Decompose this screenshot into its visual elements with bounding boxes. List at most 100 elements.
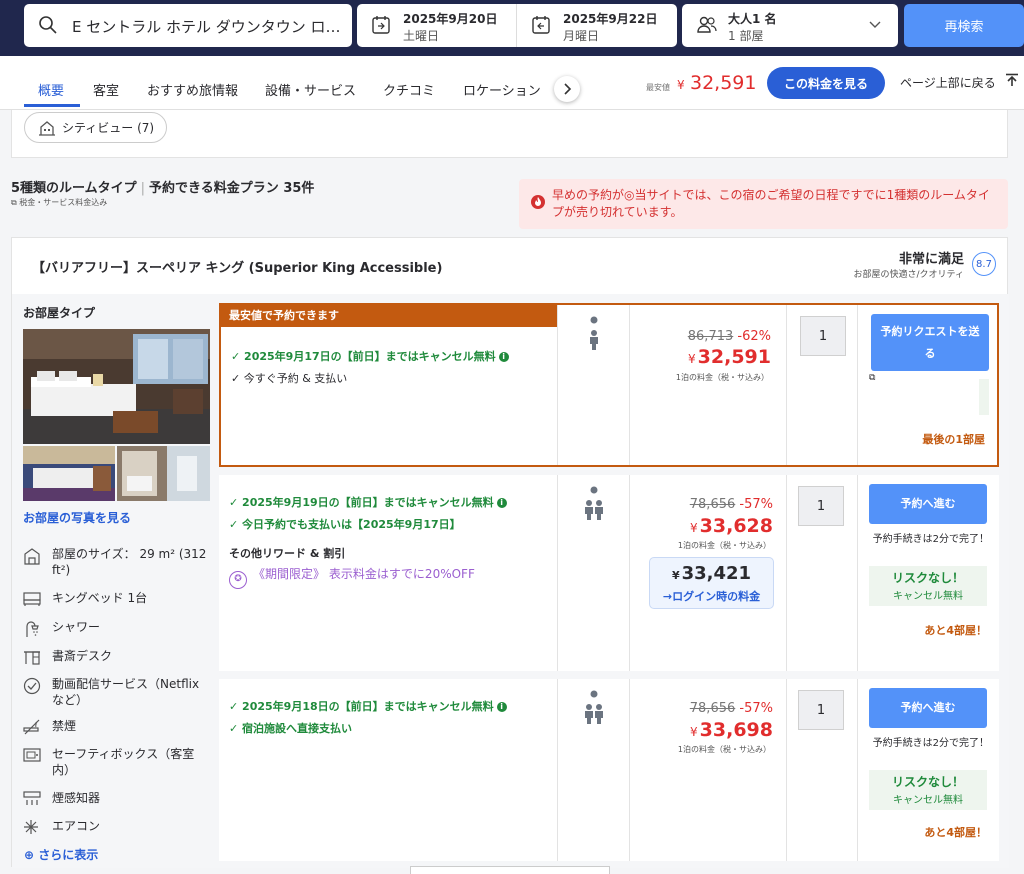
room-title: 【バリアフリー】スーペリア キング (Superior King Accessi…	[32, 261, 443, 276]
column-divider	[786, 679, 787, 861]
room-photo-thumb-2[interactable]	[117, 446, 210, 501]
cancellation-text: 2025年9月17日の【前日】まではキャンセル無料	[244, 350, 496, 363]
free-cancel-text: キャンセル無料	[893, 591, 963, 602]
rooms-text: 1 部屋	[728, 29, 764, 43]
guests-selector[interactable]: 大人1 名 1 部屋	[682, 4, 898, 47]
room-quantity-select[interactable]: 1	[798, 486, 844, 526]
arrow-up-icon[interactable]	[1005, 73, 1019, 87]
payment-condition: ✓ 宿泊施設へ直接支払い	[229, 720, 352, 736]
destination-search[interactable]: E セントラル ホテル ダウンタウン ロ…	[24, 4, 352, 47]
currency-symbol: ¥	[688, 352, 696, 366]
info-icon[interactable]: i	[496, 498, 507, 508]
check-icon: ✓	[229, 518, 243, 531]
checkin-day-text: 土曜日	[403, 29, 440, 43]
no-risk-badge: リスクなし！ キャンセル無料	[869, 566, 987, 606]
soldout-alert: 早めの予約が◎当サイトでは、この宿のご希望の日程ですでに1種類のルームタイプが売…	[519, 179, 1008, 229]
room-quantity-select[interactable]: 1	[800, 316, 846, 356]
plans-count: 予約できる料金プラン 35件	[149, 181, 315, 196]
truncated-badge	[979, 379, 989, 415]
check-icon: ✓	[231, 372, 244, 385]
room-quantity-select[interactable]: 1	[798, 690, 844, 730]
column-divider	[629, 679, 630, 861]
tab-facilities[interactable]: 設備・サービス	[265, 80, 356, 99]
no-risk-title: リスクなし！	[891, 775, 964, 789]
more-plans-button[interactable]	[410, 866, 610, 874]
amenity-text: シャワー	[52, 620, 101, 634]
cityview-chip[interactable]: シティビュー (7)	[24, 112, 167, 143]
room-photo-thumb-1[interactable]	[23, 446, 115, 501]
checkout-date-text: 2025年9月22日	[563, 12, 658, 26]
info-icon[interactable]: i	[498, 352, 509, 362]
search-icon	[39, 16, 57, 34]
lowest-price-currency: ¥	[677, 78, 685, 92]
active-tab-indicator	[24, 104, 80, 107]
no-risk-title: リスクなし！	[891, 571, 964, 585]
amenity-text: セーフティボックス（客室内）	[52, 747, 195, 777]
offer-row-2: ✓ 2025年9月19日の【前日】まではキャンセル無料 i ✓ 今日予約でも支払い…	[219, 475, 999, 671]
free-cancel-text: キャンセル無料	[893, 795, 963, 806]
amenity-text: 煙感知器	[52, 791, 101, 805]
check-icon: ✓	[229, 496, 243, 509]
no-smoking-icon	[23, 719, 40, 735]
occupancy-2-icon	[585, 486, 603, 520]
amenity-text: 動画配信サービス（Netflix など）	[52, 677, 200, 707]
tax-note: ⧉ 税金・サービス料金込み	[11, 197, 107, 208]
tab-rooms[interactable]: 客室	[93, 80, 119, 99]
tab-location[interactable]: ロケーション	[463, 80, 541, 99]
discount-percent: -57%	[739, 497, 773, 512]
checkin-calendar-icon	[372, 16, 390, 34]
show-more-link[interactable]: ⊕ さらに表示	[24, 846, 98, 863]
column-divider	[857, 305, 858, 465]
proceed-booking-button[interactable]: 予約へ進む	[869, 484, 987, 524]
safe-box-icon	[23, 748, 41, 762]
amenity-text: エアコン	[52, 819, 101, 833]
streaming-icon	[23, 677, 41, 695]
room-photo-main[interactable]	[23, 329, 210, 444]
research-button[interactable]: 再検索	[904, 4, 1024, 47]
login-price-value: 33,421	[681, 563, 752, 584]
checkin-date[interactable]: 2025年9月20日 土曜日	[357, 4, 516, 47]
column-divider	[857, 679, 858, 861]
tab-reviews[interactable]: クチコミ	[383, 80, 435, 99]
destination-text: E セントラル ホテル ダウンタウン ロ…	[72, 18, 341, 36]
see-price-button[interactable]: この料金を見る	[767, 67, 885, 99]
column-divider	[786, 305, 787, 465]
request-booking-button[interactable]: 予約リクエストを送る	[871, 314, 989, 371]
other-rewards-label: その他リワード & 割引	[229, 547, 346, 560]
per-night-note: 1泊の料金（税・サ込み）	[677, 541, 771, 550]
info-icon[interactable]: i	[496, 702, 507, 712]
amenity-text: 部屋のサイズ： 29 m² (312 ft²)	[52, 547, 207, 577]
payment-text: 今日予約でも支払いは【2025年9月17日】	[242, 518, 461, 531]
external-link-icon[interactable]: ⧉	[869, 373, 875, 383]
cancellation-condition: ✓ 2025年9月19日の【前日】まではキャンセル無料 i	[229, 494, 507, 510]
rating-score-badge: 8.7	[972, 252, 996, 276]
amenity-text: キングベッド 1台	[52, 591, 148, 605]
date-picker[interactable]: 2025年9月20日 土曜日 2025年9月22日 月曜日	[357, 4, 677, 47]
payment-condition: ✓ 今すぐ予約 & 支払い	[231, 370, 347, 386]
see-photos-link[interactable]: お部屋の写真を見る	[23, 509, 131, 526]
per-night-note: 1泊の料金（税・サ込み）	[675, 373, 769, 382]
column-divider	[629, 305, 630, 465]
tab-overview[interactable]: 概要	[38, 80, 64, 99]
bed-icon	[23, 592, 41, 606]
current-price: ¥33,628	[690, 515, 773, 537]
process-note: 予約手続きは2分で完了！	[872, 534, 989, 545]
checkout-date[interactable]: 2025年9月22日 月曜日	[517, 4, 677, 47]
check-icon: ✓	[231, 350, 245, 363]
alert-text: 早めの予約が◎当サイトでは、この宿のご希望の日程ですでに1種類のルームタイプが売…	[552, 188, 990, 219]
rating-sub: お部屋の快適さ/クオリティ	[853, 270, 965, 280]
login-price-box[interactable]: ¥33,421 →ログイン時の料金	[649, 557, 774, 609]
tab-recommendations[interactable]: おすすめ旅情報	[147, 80, 238, 99]
plus-circle-icon: ⊕	[24, 848, 35, 862]
currency-symbol: ¥	[690, 725, 698, 739]
per-night-note: 1泊の料金（税・サ込み）	[677, 745, 771, 754]
highlights-card: シティビュー (7)	[11, 110, 1008, 158]
offer-row-3: ✓ 2025年9月18日の【前日】まではキャンセル無料 i ✓ 宿泊施設へ直接支払…	[219, 679, 999, 861]
checkout-day-text: 月曜日	[563, 29, 600, 43]
original-price-value: 86,713	[687, 329, 734, 344]
original-price-value: 78,656	[689, 497, 736, 512]
nav-scroll-button[interactable]	[554, 76, 580, 102]
back-to-top-link[interactable]: ページ上部に戻る	[900, 74, 996, 91]
proceed-booking-button[interactable]: 予約へ進む	[869, 688, 987, 728]
room-size-icon	[24, 548, 40, 565]
